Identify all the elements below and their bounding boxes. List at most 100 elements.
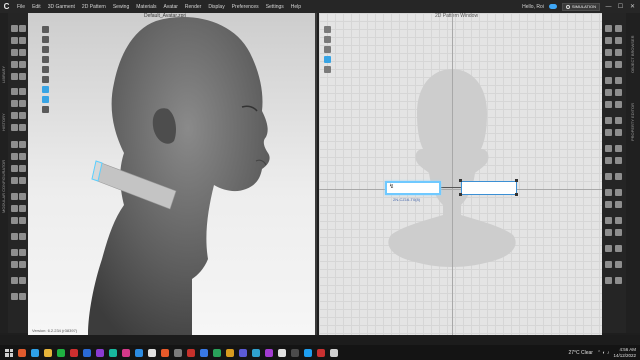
tool-icon[interactable]	[19, 49, 26, 56]
tool-icon[interactable]	[19, 261, 26, 268]
tool-icon[interactable]	[11, 37, 18, 44]
tab-property-editor[interactable]: PROPERTY EDITOR	[630, 103, 635, 141]
taskbar-app-icon[interactable]	[174, 348, 182, 357]
menu-2d-pattern[interactable]: 2D Pattern	[82, 4, 106, 10]
tool-icon[interactable]	[11, 165, 18, 172]
minimize-icon[interactable]: —	[605, 4, 612, 10]
tool-icon[interactable]	[11, 217, 18, 224]
tool-icon[interactable]	[605, 117, 612, 124]
clock[interactable]: 4:56 AM 14/12/2022	[613, 347, 636, 359]
avatar-model[interactable]	[28, 13, 317, 335]
taskbar-app-icon[interactable]	[304, 348, 312, 357]
pattern-handle[interactable]	[515, 179, 518, 182]
taskbar-app-icon[interactable]	[330, 348, 338, 357]
taskbar-app-icon[interactable]	[252, 348, 260, 357]
tool-icon[interactable]	[615, 157, 622, 164]
tool-icon[interactable]	[11, 25, 18, 32]
tool-icon[interactable]	[605, 261, 612, 268]
taskbar-app-icon[interactable]	[122, 348, 130, 357]
tool-icon[interactable]	[11, 233, 18, 240]
taskbar-app-icon[interactable]	[317, 348, 325, 357]
tool-icon[interactable]	[615, 25, 622, 32]
tool-icon[interactable]	[11, 88, 18, 95]
pattern-handle[interactable]	[515, 193, 518, 196]
tool-icon[interactable]	[11, 249, 18, 256]
tool-icon[interactable]	[605, 157, 612, 164]
tool-icon[interactable]	[615, 117, 622, 124]
maximize-icon[interactable]: ☐	[617, 3, 624, 10]
tool-icon[interactable]	[605, 245, 612, 252]
tool-icon[interactable]	[615, 129, 622, 136]
taskbar-app-icon[interactable]	[161, 348, 169, 357]
tool-icon[interactable]	[19, 112, 26, 119]
menu-render[interactable]: Render	[185, 4, 201, 10]
tool-icon[interactable]	[615, 101, 622, 108]
tool-icon[interactable]	[11, 193, 18, 200]
tool-icon[interactable]	[11, 61, 18, 68]
taskbar-app-icon[interactable]	[83, 348, 91, 357]
tool-icon[interactable]	[11, 49, 18, 56]
taskbar-app-icon[interactable]	[200, 348, 208, 357]
menu-3d-garment[interactable]: 3D Garment	[48, 4, 75, 10]
tool-icon[interactable]	[19, 61, 26, 68]
tool-icon[interactable]	[11, 293, 18, 300]
tray-icons[interactable]: ⌃ ◐ ♪	[597, 350, 610, 356]
tab-library[interactable]: LIBRARY	[1, 66, 6, 83]
taskbar-app-icon[interactable]	[187, 348, 195, 357]
taskbar-app-icon[interactable]	[135, 348, 143, 357]
tool-icon[interactable]	[605, 277, 612, 284]
tool-icon[interactable]	[605, 25, 612, 32]
menu-avatar[interactable]: Avatar	[164, 4, 178, 10]
tool-icon[interactable]	[605, 145, 612, 152]
tool-icon[interactable]	[615, 261, 622, 268]
tool-icon[interactable]	[11, 141, 18, 148]
tool-icon[interactable]	[19, 177, 26, 184]
tool-icon[interactable]	[605, 229, 612, 236]
tool-icon[interactable]	[615, 145, 622, 152]
tool-icon[interactable]	[605, 217, 612, 224]
taskbar-app-icon[interactable]	[226, 348, 234, 357]
taskbar-app-icon[interactable]	[70, 348, 78, 357]
tool-icon[interactable]	[605, 49, 612, 56]
tool-icon[interactable]	[19, 124, 26, 131]
tool-icon[interactable]	[615, 189, 622, 196]
menu-materials[interactable]: Materials	[136, 4, 156, 10]
taskbar-app-icon[interactable]	[291, 348, 299, 357]
tool-icon[interactable]	[615, 277, 622, 284]
tool-icon[interactable]	[615, 173, 622, 180]
taskbar-app-icon[interactable]	[31, 348, 39, 357]
taskbar-app-icon[interactable]	[44, 348, 52, 357]
pattern-handle[interactable]	[459, 179, 462, 182]
tool-icon[interactable]	[19, 217, 26, 224]
weather-status[interactable]: 27°C Clear	[568, 350, 593, 356]
tool-icon[interactable]	[19, 141, 26, 148]
taskbar-app-icon[interactable]	[239, 348, 247, 357]
tool-icon[interactable]	[19, 249, 26, 256]
tool-icon[interactable]	[615, 89, 622, 96]
pattern-piece[interactable]	[461, 181, 517, 195]
menu-edit[interactable]: Edit	[32, 4, 41, 10]
tool-icon[interactable]	[605, 173, 612, 180]
tool-icon[interactable]	[11, 73, 18, 80]
taskbar-app-icon[interactable]	[109, 348, 117, 357]
seam-line[interactable]	[441, 187, 461, 188]
tool-icon[interactable]	[615, 49, 622, 56]
windows-start-icon[interactable]	[5, 348, 13, 357]
taskbar-app-icon[interactable]	[148, 348, 156, 357]
taskbar-app-icon[interactable]	[265, 348, 273, 357]
tool-icon[interactable]	[11, 177, 18, 184]
tool-icon[interactable]	[11, 153, 18, 160]
taskbar-app-icon[interactable]	[96, 348, 104, 357]
tool-icon[interactable]	[19, 165, 26, 172]
tool-icon[interactable]	[19, 153, 26, 160]
tool-icon[interactable]	[19, 293, 26, 300]
tool-icon[interactable]	[19, 277, 26, 284]
tool-icon[interactable]	[605, 101, 612, 108]
tool-icon[interactable]	[605, 201, 612, 208]
tool-icon[interactable]	[11, 124, 18, 131]
taskbar-app-icon[interactable]	[57, 348, 65, 357]
tool-icon[interactable]	[605, 89, 612, 96]
cloud-icon[interactable]	[548, 4, 557, 9]
pattern-handle[interactable]	[459, 193, 462, 196]
tool-icon[interactable]	[615, 217, 622, 224]
